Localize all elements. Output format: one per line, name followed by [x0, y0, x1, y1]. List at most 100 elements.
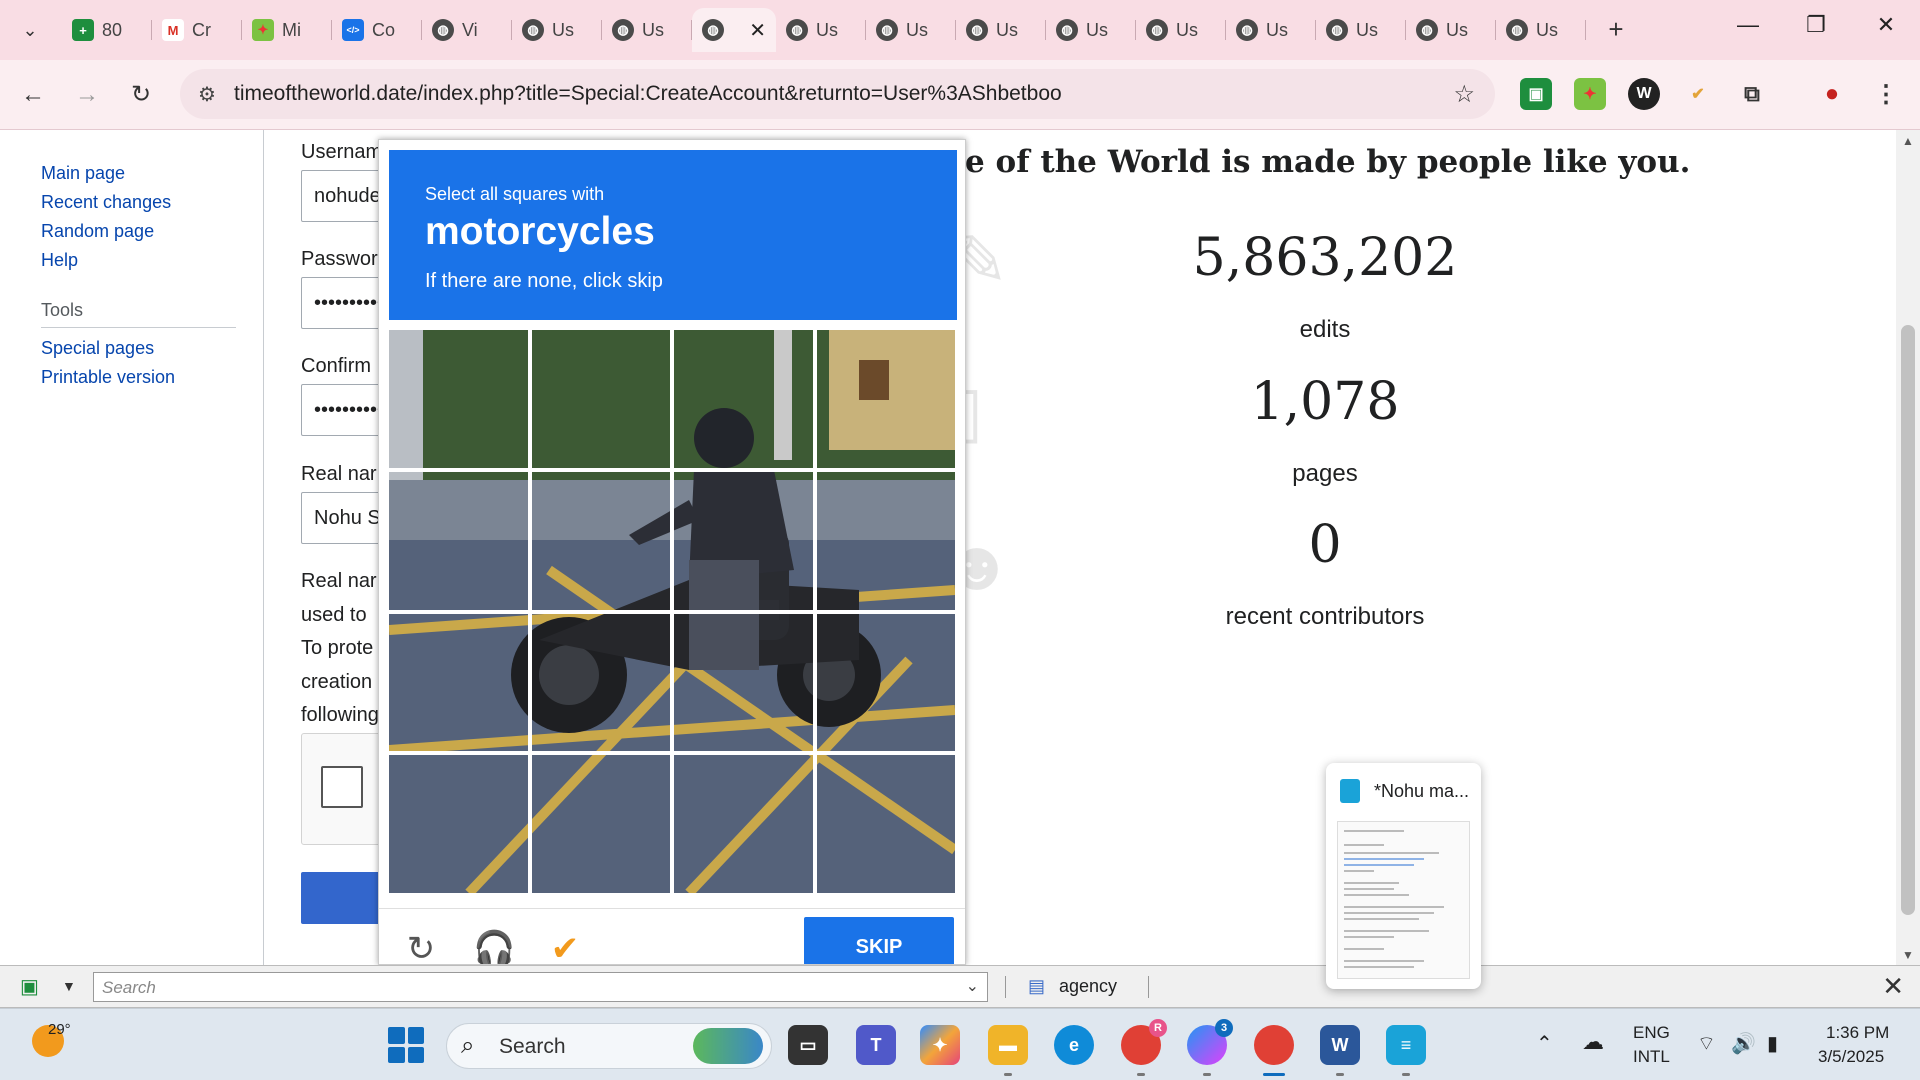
- captcha-tile-r2-c2[interactable]: [531, 471, 670, 610]
- language-line-1[interactable]: ENG: [1633, 1023, 1670, 1043]
- taskbar-search-box[interactable]: ⌕ Search: [446, 1023, 772, 1069]
- captcha-tile-r2-c4[interactable]: [816, 471, 955, 610]
- task-view-icon[interactable]: ▭: [788, 1025, 828, 1065]
- nav-printable-version[interactable]: Printable version: [41, 367, 175, 388]
- password-input[interactable]: ••••••••••: [301, 277, 385, 329]
- captcha-tile-r4-c1[interactable]: [389, 755, 528, 893]
- tab-3[interactable]: </> Co: [332, 8, 422, 52]
- close-icon[interactable]: ✕: [1882, 971, 1904, 1002]
- tab-13[interactable]: ◍ Us: [1226, 8, 1316, 52]
- username-input[interactable]: nohude: [301, 170, 385, 222]
- captcha-tile-r2-c1[interactable]: [389, 471, 528, 610]
- edge-icon[interactable]: e: [1054, 1025, 1094, 1065]
- bookmark-star-icon[interactable]: ☆: [1453, 80, 1475, 109]
- extensions-menu-icon[interactable]: ⧉: [1736, 78, 1768, 110]
- nav-special-pages[interactable]: Special pages: [41, 338, 154, 359]
- notepad-window-preview[interactable]: *Nohu ma...: [1326, 763, 1481, 989]
- tab-9[interactable]: ◍ Us: [866, 8, 956, 52]
- dropdown-arrow-icon[interactable]: ▼: [62, 978, 76, 994]
- chrome-profile-icon[interactable]: R: [1121, 1019, 1167, 1065]
- extension-puzzle-colored-icon[interactable]: ✦: [1574, 78, 1606, 110]
- tab-2[interactable]: ✦ Mi: [242, 8, 332, 52]
- info-person-check-icon[interactable]: ✔: [545, 929, 585, 964]
- tab-11[interactable]: ◍ Us: [1046, 8, 1136, 52]
- teams-icon[interactable]: T: [856, 1025, 896, 1065]
- close-window-button[interactable]: ✕: [1866, 12, 1906, 38]
- page-scrollbar[interactable]: ▲ ▼: [1896, 130, 1920, 965]
- audio-challenge-icon[interactable]: 🎧: [473, 929, 515, 964]
- close-tab-icon[interactable]: ✕: [749, 18, 766, 43]
- tab-15[interactable]: ◍ Us: [1406, 8, 1496, 52]
- extension-w-icon[interactable]: W: [1628, 78, 1660, 110]
- profile-avatar-icon[interactable]: ●: [1816, 78, 1848, 110]
- url-text[interactable]: timeoftheworld.date/index.php?title=Spec…: [234, 82, 1062, 106]
- battery-icon[interactable]: ▮: [1767, 1031, 1778, 1056]
- captcha-tile-r1-c4[interactable]: [816, 330, 955, 468]
- clock-date[interactable]: 3/5/2025: [1818, 1047, 1884, 1067]
- nav-random-page[interactable]: Random page: [41, 221, 154, 242]
- scroll-up-arrow-icon[interactable]: ▲: [1896, 134, 1920, 148]
- captcha-tile-r2-c3[interactable]: [674, 471, 813, 610]
- restore-button[interactable]: ❐: [1796, 12, 1836, 38]
- file-explorer-icon[interactable]: ▬: [988, 1025, 1028, 1065]
- captcha-tile-r3-c1[interactable]: [389, 613, 528, 752]
- tab-8[interactable]: ◍ Us: [776, 8, 866, 52]
- volume-icon[interactable]: 🔊: [1731, 1031, 1756, 1056]
- tab-5[interactable]: ◍ Us: [512, 8, 602, 52]
- messenger-icon[interactable]: 3: [1187, 1019, 1233, 1065]
- chrome-icon[interactable]: [1254, 1025, 1294, 1065]
- address-bar[interactable]: ⚙ timeoftheworld.date/index.php?title=Sp…: [180, 69, 1495, 119]
- cloud-offline-icon[interactable]: ☁: [1582, 1029, 1604, 1055]
- scroll-down-arrow-icon[interactable]: ▼: [1896, 948, 1920, 962]
- back-button[interactable]: ←: [16, 78, 50, 112]
- captcha-tile-r3-c4[interactable]: [816, 613, 955, 752]
- new-tab-button[interactable]: +: [1600, 14, 1632, 46]
- captcha-tile-r4-c4[interactable]: [816, 755, 955, 893]
- word-icon[interactable]: W: [1320, 1025, 1360, 1065]
- create-account-button[interactable]: [301, 872, 385, 924]
- forward-button[interactable]: →: [70, 78, 104, 112]
- scrollbar-thumb[interactable]: [1901, 325, 1915, 915]
- tab-10[interactable]: ◍ Us: [956, 8, 1046, 52]
- nav-help[interactable]: Help: [41, 250, 78, 271]
- chevron-down-icon[interactable]: ⌄: [966, 976, 979, 996]
- tab-4[interactable]: ◍ Vi: [422, 8, 512, 52]
- extension-screen-icon[interactable]: ▣: [1520, 78, 1552, 110]
- tab-6[interactable]: ◍ Us: [602, 8, 692, 52]
- captcha-tile-r3-c3[interactable]: [674, 613, 813, 752]
- nav-recent-changes[interactable]: Recent changes: [41, 192, 171, 213]
- captcha-skip-button[interactable]: SKIP: [804, 917, 954, 964]
- recaptcha-checkbox[interactable]: [321, 766, 363, 808]
- confirm-password-input[interactable]: ••••••••••: [301, 384, 385, 436]
- captcha-tile-r1-c1[interactable]: [389, 330, 528, 468]
- captcha-tile-r4-c3[interactable]: [674, 755, 813, 893]
- chevron-up-icon[interactable]: ⌃: [1536, 1031, 1553, 1056]
- reload-button[interactable]: ↻: [124, 78, 158, 112]
- minimize-button[interactable]: —: [1728, 12, 1768, 38]
- tab-0[interactable]: +80: [62, 8, 152, 52]
- start-button[interactable]: [388, 1027, 424, 1063]
- language-line-2[interactable]: INTL: [1633, 1047, 1670, 1067]
- reload-challenge-icon[interactable]: ↻: [401, 929, 441, 964]
- tab-1[interactable]: M Cr: [152, 8, 242, 52]
- tab-search-button[interactable]: ⌄: [14, 14, 46, 46]
- site-info-icon[interactable]: ⚙: [198, 82, 226, 107]
- wifi-icon[interactable]: ⌔: [1697, 1031, 1716, 1056]
- clock-time[interactable]: 1:36 PM: [1826, 1023, 1889, 1043]
- screen-app-icon[interactable]: ▣: [20, 974, 39, 999]
- extension-person-check-icon[interactable]: ✔: [1682, 78, 1714, 110]
- notepad-taskbar-icon[interactable]: ≡: [1386, 1025, 1426, 1065]
- tab-14[interactable]: ◍ Us: [1316, 8, 1406, 52]
- nav-main-page[interactable]: Main page: [41, 163, 125, 184]
- browser-menu-icon[interactable]: ⋮: [1870, 78, 1902, 110]
- copilot-icon[interactable]: ✦: [920, 1025, 960, 1065]
- tab-12[interactable]: ◍ Us: [1136, 8, 1226, 52]
- captcha-tile-r1-c3[interactable]: [674, 330, 813, 468]
- realname-input[interactable]: Nohu S: [301, 492, 385, 544]
- toolbar-search-input[interactable]: Search ⌄: [93, 972, 988, 1002]
- tab-7[interactable]: ◍ ✕: [692, 8, 776, 52]
- captcha-tile-r1-c2[interactable]: [531, 330, 670, 468]
- agency-tab[interactable]: ▤ agency: [1028, 976, 1117, 997]
- tab-16[interactable]: ◍ Us: [1496, 8, 1586, 52]
- captcha-tile-r4-c2[interactable]: [531, 755, 670, 893]
